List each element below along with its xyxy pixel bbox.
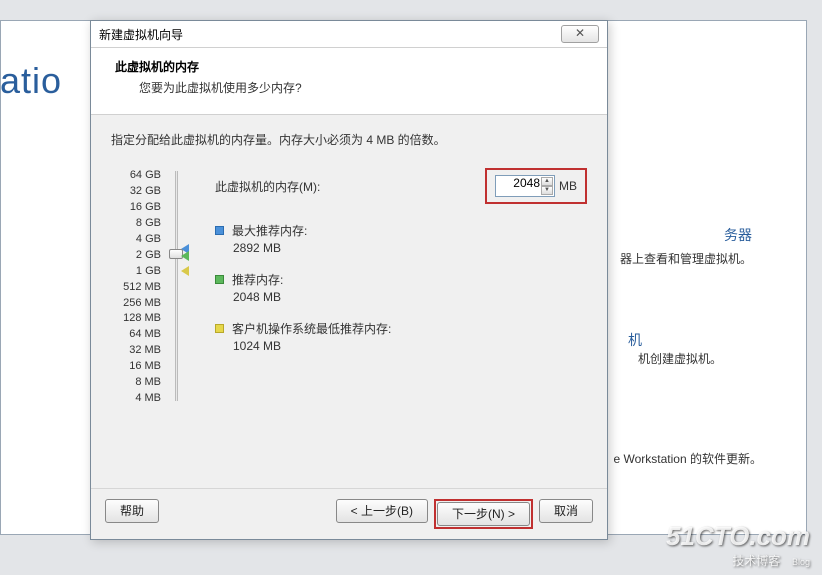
header-section: 此虚拟机的内存 您要为此虚拟机使用多少内存? [91, 48, 607, 115]
square-blue-icon [215, 226, 224, 235]
max-recommended-block: 最大推荐内存: 2892 MB [215, 222, 587, 255]
button-bar: 帮助 < 上一步(B) 下一步(N) > 取消 [91, 488, 607, 539]
max-label: 最大推荐内存: [232, 222, 307, 239]
page-subtitle: 您要为此虚拟机使用多少内存? [139, 79, 583, 96]
back-button[interactable]: < 上一步(B) [336, 499, 428, 523]
rec-label: 推荐内存: [232, 271, 283, 288]
min-recommended-block: 客户机操作系统最低推荐内存: 1024 MB [215, 320, 587, 353]
memory-unit: MB [559, 179, 577, 193]
slider-label: 16 MB [129, 359, 161, 375]
bg-heading-server: 务器 [724, 225, 752, 245]
slider-label: 4 GB [136, 232, 161, 248]
slider-label: 32 MB [129, 343, 161, 359]
slider-label: 256 MB [123, 296, 161, 312]
bg-heading-vm: 机 [628, 330, 642, 350]
bg-text-vm: 机创建虚拟机。 [638, 350, 722, 367]
close-button[interactable]: ✕ [561, 25, 599, 43]
slider-label: 128 MB [123, 311, 161, 327]
slider-label: 1 GB [136, 264, 161, 280]
slider-label: 32 GB [130, 184, 161, 200]
dialog-title: 新建虚拟机向导 [99, 26, 183, 43]
watermark-domain: 51CTO.com [666, 521, 810, 552]
next-button-highlight: 下一步(N) > [434, 499, 533, 529]
recommended-marker-icon [181, 251, 189, 261]
memory-field-label: 此虚拟机的内存(M): [215, 178, 320, 195]
slider-label: 2 GB [136, 248, 161, 264]
wizard-dialog: 新建虚拟机向导 ✕ 此虚拟机的内存 您要为此虚拟机使用多少内存? 指定分配给此虚… [90, 20, 608, 540]
help-button[interactable]: 帮助 [105, 499, 159, 523]
memory-input-highlight: 2048 ▲ ▼ MB [485, 168, 587, 204]
slider-labels: 64 GB 32 GB 16 GB 8 GB 4 GB 2 GB 1 GB 51… [111, 168, 161, 407]
square-yellow-icon [215, 324, 224, 333]
memory-slider[interactable] [167, 171, 185, 401]
min-marker-icon [181, 266, 189, 276]
watermark: 51CTO.com 技术博客 Blog [666, 521, 810, 569]
instruction-text: 指定分配给此虚拟机的内存量。内存大小必须为 4 MB 的倍数。 [111, 131, 587, 148]
rec-value: 2048 MB [233, 290, 587, 304]
slider-label: 8 GB [136, 216, 161, 232]
close-icon: ✕ [575, 26, 585, 40]
bg-text-update: e Workstation 的软件更新。 [614, 450, 762, 467]
memory-info: 此虚拟机的内存(M): 2048 ▲ ▼ MB [185, 168, 587, 367]
min-label: 客户机操作系统最低推荐内存: [232, 320, 391, 337]
body-section: 指定分配给此虚拟机的内存量。内存大小必须为 4 MB 的倍数。 64 GB 32… [91, 115, 607, 417]
bg-text-server: 器上查看和管理虚拟机。 [620, 250, 752, 267]
slider-label: 64 MB [129, 327, 161, 343]
memory-value: 2048 [513, 176, 540, 190]
spinner-up-icon[interactable]: ▲ [541, 177, 553, 186]
slider-label: 512 MB [123, 280, 161, 296]
partial-app-title: statio [0, 60, 62, 102]
slider-label: 8 MB [135, 375, 161, 391]
slider-track-line [175, 171, 178, 401]
titlebar: 新建虚拟机向导 ✕ [91, 21, 607, 48]
recommended-block: 推荐内存: 2048 MB [215, 271, 587, 304]
slider-label: 4 MB [135, 391, 161, 407]
square-green-icon [215, 275, 224, 284]
spinner-down-icon[interactable]: ▼ [541, 186, 553, 195]
watermark-sub: 技术博客 Blog [666, 552, 810, 569]
min-value: 1024 MB [233, 339, 587, 353]
page-title: 此虚拟机的内存 [115, 58, 583, 75]
max-value: 2892 MB [233, 241, 587, 255]
memory-input[interactable]: 2048 ▲ ▼ [495, 175, 555, 197]
cancel-button[interactable]: 取消 [539, 499, 593, 523]
slider-label: 64 GB [130, 168, 161, 184]
memory-spinner[interactable]: ▲ ▼ [541, 177, 553, 195]
memory-input-row: 此虚拟机的内存(M): 2048 ▲ ▼ MB [215, 168, 587, 204]
next-button[interactable]: 下一步(N) > [437, 502, 530, 526]
spacer [165, 499, 330, 529]
slider-label: 16 GB [130, 200, 161, 216]
memory-row: 64 GB 32 GB 16 GB 8 GB 4 GB 2 GB 1 GB 51… [111, 168, 587, 407]
